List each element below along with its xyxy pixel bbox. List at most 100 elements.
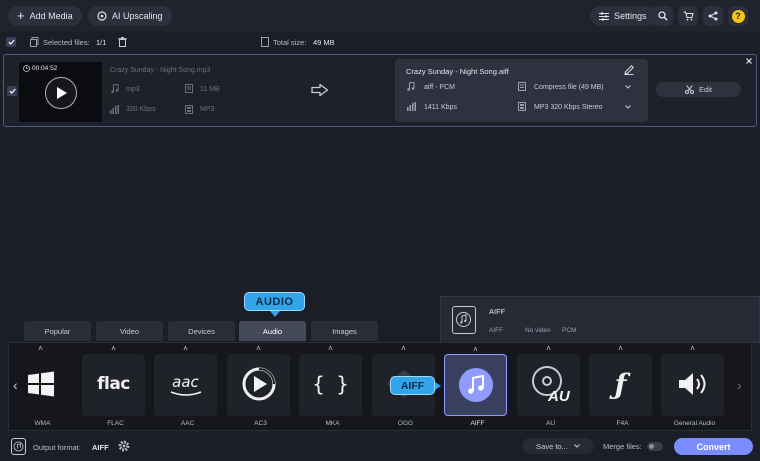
bitrate-bars-icon — [407, 102, 416, 111]
settings-sliders-icon — [599, 11, 609, 21]
ai-upscaling-icon — [97, 11, 107, 21]
files-icon — [30, 37, 39, 47]
play-button[interactable] — [45, 77, 77, 109]
close-icon[interactable] — [746, 58, 752, 64]
edit-label: Edit — [699, 85, 712, 94]
chevron-up-icon[interactable]: ˄ — [299, 345, 362, 353]
ac3-logo-icon — [227, 364, 290, 404]
ai-upscaling-button[interactable]: AI Upscaling — [88, 6, 172, 26]
cart-icon — [683, 11, 694, 21]
document-icon — [261, 37, 269, 47]
aiff-music-icon — [445, 365, 506, 405]
chevron-up-icon[interactable]: ˄ — [372, 345, 435, 353]
file-row[interactable]: 00:04:52 Crazy Sunday - Night Song.mp3 m… — [3, 54, 757, 127]
play-icon — [57, 87, 67, 99]
settings-button[interactable]: Settings — [590, 6, 656, 26]
format-general-audio[interactable]: ˄ — [661, 345, 724, 416]
convert-arrow-icon — [311, 83, 329, 97]
format-aac[interactable]: ˄ aac — [154, 345, 217, 416]
scissors-icon — [685, 85, 695, 94]
music-note-icon — [407, 82, 415, 91]
save-to-dropdown[interactable]: Save to... — [522, 438, 594, 454]
format-f4a[interactable]: ˄ ƒ — [589, 345, 652, 416]
bottom-bar: Output format: AIFF Save to... Merge fil… — [0, 433, 760, 461]
source-size: 11 MB — [200, 86, 220, 93]
output-format-icon[interactable] — [11, 438, 26, 455]
tab-popular[interactable]: Popular — [24, 321, 91, 341]
chevron-down-icon — [573, 444, 580, 448]
chevron-up-icon[interactable]: ˄ — [589, 345, 652, 353]
chevron-up-icon[interactable]: ˄ — [517, 345, 580, 353]
tab-devices[interactable]: Devices — [168, 321, 235, 341]
output-settings-panel: Crazy Sunday - Night Song.aiff aiff - PC… — [395, 59, 648, 122]
top-toolbar: + Add Media AI Upscaling Settings ? — [0, 0, 760, 32]
format-label-au: AU — [545, 420, 556, 427]
bitrate-bars-icon — [110, 105, 119, 114]
chevron-up-icon[interactable]: ˄ — [82, 345, 145, 353]
drop-area[interactable] — [0, 129, 760, 316]
pencil-icon[interactable] — [624, 65, 634, 75]
total-size-label: Total size: — [273, 38, 307, 47]
chevron-down-icon[interactable] — [625, 85, 631, 89]
chevron-up-icon[interactable]: ˄ — [661, 345, 724, 353]
trash-icon[interactable] — [118, 37, 127, 47]
tab-images[interactable]: Images — [311, 321, 378, 341]
preset-dropdown[interactable]: MP3 320 Kbps Stereo — [534, 104, 603, 111]
share-icon — [708, 11, 718, 21]
format-ac3[interactable]: ˄ — [227, 345, 290, 416]
compress-dropdown[interactable]: Compress file (49 MB) — [534, 84, 604, 91]
cart-button[interactable] — [678, 6, 698, 26]
edit-button[interactable]: Edit — [656, 82, 741, 97]
output-codec: aiff - PCM — [424, 84, 455, 91]
aac-logo-icon: aac — [154, 364, 217, 404]
preset-icon — [518, 102, 526, 111]
share-button[interactable] — [703, 6, 723, 26]
tab-audio[interactable]: Audio — [239, 321, 306, 341]
chevron-up-icon[interactable]: ˄ — [227, 345, 290, 353]
speaker-icon — [661, 364, 724, 404]
format-wma[interactable]: ˄ — [9, 345, 72, 416]
selection-bar: Selected files: 1/1 Total size: 49 MB — [0, 32, 760, 52]
output-format-label: Output format: — [33, 443, 81, 452]
search-button[interactable] — [653, 6, 673, 26]
checkmark-icon — [7, 39, 15, 45]
format-aiff[interactable]: ˄ — [444, 346, 507, 416]
windows-logo-icon — [9, 364, 72, 404]
tooltip-title: AIFF — [489, 307, 506, 316]
source-bitrate: 320 Kbps — [126, 106, 156, 113]
help-button[interactable]: ? — [728, 6, 748, 26]
checkmark-icon — [8, 88, 16, 94]
container-icon — [185, 105, 193, 114]
help-icon: ? — [731, 9, 745, 23]
tooltip-format: AIFF — [489, 327, 504, 334]
tooltip-video: No video — [525, 327, 551, 334]
mka-logo-icon: { } — [312, 372, 349, 396]
output-bitrate: 1411 Kbps — [424, 104, 457, 111]
format-label-ogg: OGG — [397, 420, 414, 427]
select-all-checkbox[interactable] — [6, 37, 16, 47]
video-thumbnail[interactable]: 00:04:52 — [19, 62, 102, 122]
aiff-callout-badge: AIFF — [390, 376, 441, 395]
scroll-right-arrow[interactable]: › — [737, 377, 742, 393]
selected-files-label: Selected files: — [43, 38, 90, 47]
add-media-button[interactable]: + Add Media — [8, 6, 82, 26]
convert-button[interactable]: Convert — [674, 438, 753, 455]
gear-icon[interactable] — [118, 440, 130, 452]
file-checkbox[interactable] — [7, 86, 17, 96]
format-flac[interactable]: ˄ flac — [82, 345, 145, 416]
ai-upscaling-label: AI Upscaling — [112, 11, 163, 21]
format-au[interactable]: ˄ AU — [517, 345, 580, 416]
format-label-mka: MKA — [325, 420, 340, 427]
format-label-aiff: AIFF — [470, 420, 485, 427]
total-size-value: 49 MB — [313, 38, 335, 47]
format-label-ac3: AC3 — [254, 420, 267, 427]
chevron-down-icon[interactable] — [625, 105, 631, 109]
settings-label: Settings — [614, 11, 647, 21]
format-label-aac: AAC — [180, 420, 195, 427]
chevron-up-icon[interactable]: ˄ — [445, 346, 506, 354]
chevron-up-icon[interactable]: ˄ — [154, 345, 217, 353]
format-mka[interactable]: ˄ { } — [299, 345, 362, 416]
merge-files-toggle[interactable] — [647, 442, 663, 451]
chevron-up-icon[interactable]: ˄ — [9, 345, 72, 353]
tab-video[interactable]: Video — [96, 321, 163, 341]
